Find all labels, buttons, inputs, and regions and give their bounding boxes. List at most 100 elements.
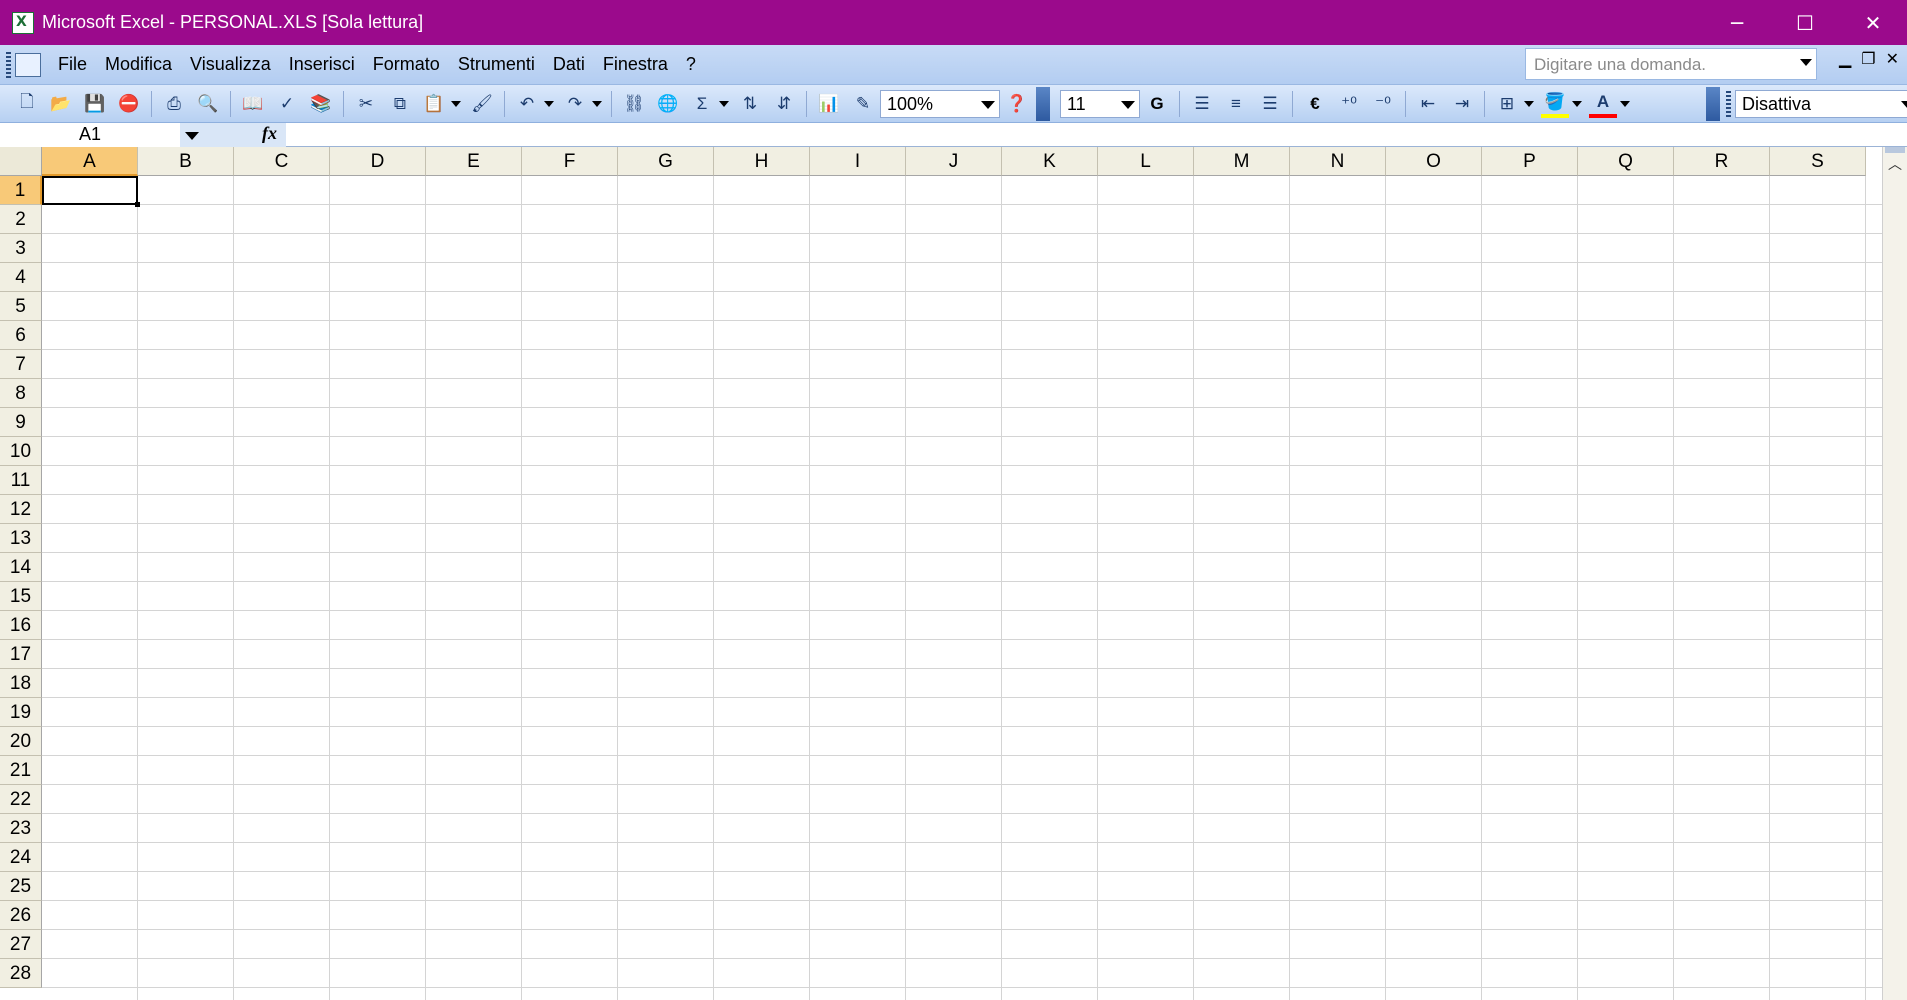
permission-icon[interactable]: ⛔: [115, 90, 143, 118]
increase-indent-icon[interactable]: ⇥: [1448, 90, 1476, 118]
column-header-n[interactable]: N: [1290, 147, 1386, 176]
formula-input[interactable]: [286, 123, 1907, 147]
row-header-28[interactable]: 28: [0, 959, 42, 988]
sort-ascending-icon[interactable]: ⇅: [736, 90, 764, 118]
fill-color-dropdown-icon[interactable]: [1572, 100, 1582, 107]
menu-formato[interactable]: Formato: [364, 54, 449, 75]
column-header-i[interactable]: I: [810, 147, 906, 176]
spelling-icon[interactable]: ✓: [273, 90, 301, 118]
row-header-19[interactable]: 19: [0, 698, 42, 727]
menu-modifica[interactable]: Modifica: [96, 54, 181, 75]
column-header-m[interactable]: M: [1194, 147, 1290, 176]
format-painter-icon[interactable]: 🖌: [468, 90, 496, 118]
menu-dati[interactable]: Dati: [544, 54, 594, 75]
vertical-scrollbar[interactable]: ︿: [1882, 147, 1907, 1000]
cell-grid[interactable]: [42, 176, 1882, 1000]
font-size-dropdown-icon[interactable]: [1121, 100, 1135, 109]
row-header-17[interactable]: 17: [0, 640, 42, 669]
row-header-26[interactable]: 26: [0, 901, 42, 930]
paste-dropdown-icon[interactable]: [451, 100, 461, 107]
decrease-indent-icon[interactable]: ⇤: [1414, 90, 1442, 118]
name-box-dropdown-icon[interactable]: [180, 123, 240, 147]
column-header-d[interactable]: D: [330, 147, 426, 176]
row-header-7[interactable]: 7: [0, 350, 42, 379]
increase-decimal-icon[interactable]: ⁺⁰: [1335, 90, 1363, 118]
row-header-12[interactable]: 12: [0, 495, 42, 524]
minimize-button[interactable]: ─: [1703, 0, 1771, 45]
align-center-icon[interactable]: ≡: [1222, 90, 1250, 118]
row-header-13[interactable]: 13: [0, 524, 42, 553]
column-header-a[interactable]: A: [42, 147, 138, 176]
font-color-dropdown-icon[interactable]: [1620, 100, 1630, 107]
undo-icon[interactable]: ↶: [513, 90, 541, 118]
copy-icon[interactable]: ⧉: [386, 90, 414, 118]
name-box[interactable]: A1: [0, 123, 180, 147]
column-header-e[interactable]: E: [426, 147, 522, 176]
menu-visualizza[interactable]: Visualizza: [181, 54, 280, 75]
cut-icon[interactable]: ✂: [352, 90, 380, 118]
ask-question-input[interactable]: Digitare una domanda.: [1525, 48, 1817, 80]
research-icon[interactable]: 📖: [239, 90, 267, 118]
row-header-24[interactable]: 24: [0, 843, 42, 872]
align-right-icon[interactable]: ☰: [1256, 90, 1284, 118]
workbook-restore-button[interactable]: ❐: [1861, 49, 1875, 69]
menu-help[interactable]: ?: [677, 54, 705, 75]
select-all-corner[interactable]: [0, 147, 42, 176]
row-header-16[interactable]: 16: [0, 611, 42, 640]
save-icon[interactable]: 💾: [81, 90, 109, 118]
scroll-up-icon[interactable]: ︿: [1883, 153, 1907, 175]
row-header-5[interactable]: 5: [0, 292, 42, 321]
zoom-combo[interactable]: 100%: [880, 89, 1000, 118]
formatting-options-chevron[interactable]: [1706, 86, 1720, 121]
row-header-25[interactable]: 25: [0, 872, 42, 901]
row-header-8[interactable]: 8: [0, 379, 42, 408]
menu-file[interactable]: File: [49, 54, 96, 75]
column-header-g[interactable]: G: [618, 147, 714, 176]
row-header-27[interactable]: 27: [0, 930, 42, 959]
row-header-1[interactable]: 1: [0, 176, 42, 205]
row-header-4[interactable]: 4: [0, 263, 42, 292]
column-header-r[interactable]: R: [1674, 147, 1770, 176]
print-preview-icon[interactable]: 🔍: [194, 90, 222, 118]
help-icon[interactable]: ❓: [1003, 90, 1031, 118]
column-header-q[interactable]: Q: [1578, 147, 1674, 176]
row-header-11[interactable]: 11: [0, 466, 42, 495]
style-toolbar-grip[interactable]: [1726, 90, 1731, 117]
bold-button[interactable]: G: [1143, 90, 1171, 118]
document-icon[interactable]: [15, 52, 41, 77]
research-book-icon[interactable]: 📚: [307, 90, 335, 118]
print-icon[interactable]: ⎙: [160, 90, 188, 118]
style-dropdown-icon[interactable]: [1901, 100, 1907, 109]
row-header-9[interactable]: 9: [0, 408, 42, 437]
autosum-icon[interactable]: Σ: [688, 90, 716, 118]
row-header-14[interactable]: 14: [0, 553, 42, 582]
close-button[interactable]: ✕: [1839, 0, 1907, 45]
column-header-l[interactable]: L: [1098, 147, 1194, 176]
sort-descending-icon[interactable]: ⇵: [770, 90, 798, 118]
workbook-close-button[interactable]: ✕: [1886, 49, 1899, 69]
row-header-23[interactable]: 23: [0, 814, 42, 843]
row-header-22[interactable]: 22: [0, 785, 42, 814]
row-header-21[interactable]: 21: [0, 756, 42, 785]
decrease-decimal-icon[interactable]: ⁻⁰: [1369, 90, 1397, 118]
menu-inserisci[interactable]: Inserisci: [280, 54, 364, 75]
row-header-3[interactable]: 3: [0, 234, 42, 263]
borders-icon[interactable]: ⊞: [1493, 90, 1521, 118]
column-header-b[interactable]: B: [138, 147, 234, 176]
column-header-j[interactable]: J: [906, 147, 1002, 176]
align-left-icon[interactable]: ☰: [1188, 90, 1216, 118]
column-header-p[interactable]: P: [1482, 147, 1578, 176]
column-header-h[interactable]: H: [714, 147, 810, 176]
row-header-20[interactable]: 20: [0, 727, 42, 756]
redo-dropdown-icon[interactable]: [592, 100, 602, 107]
column-header-k[interactable]: K: [1002, 147, 1098, 176]
ask-question-dropdown-icon[interactable]: [1800, 59, 1812, 66]
menu-strumenti[interactable]: Strumenti: [449, 54, 544, 75]
new-file-icon[interactable]: 🗋: [13, 90, 41, 118]
row-header-10[interactable]: 10: [0, 437, 42, 466]
insert-function-icon[interactable]: fx: [240, 123, 286, 147]
row-header-2[interactable]: 2: [0, 205, 42, 234]
open-folder-icon[interactable]: 📂: [47, 90, 75, 118]
menu-finestra[interactable]: Finestra: [594, 54, 677, 75]
web-link-icon[interactable]: 🌐: [654, 90, 682, 118]
